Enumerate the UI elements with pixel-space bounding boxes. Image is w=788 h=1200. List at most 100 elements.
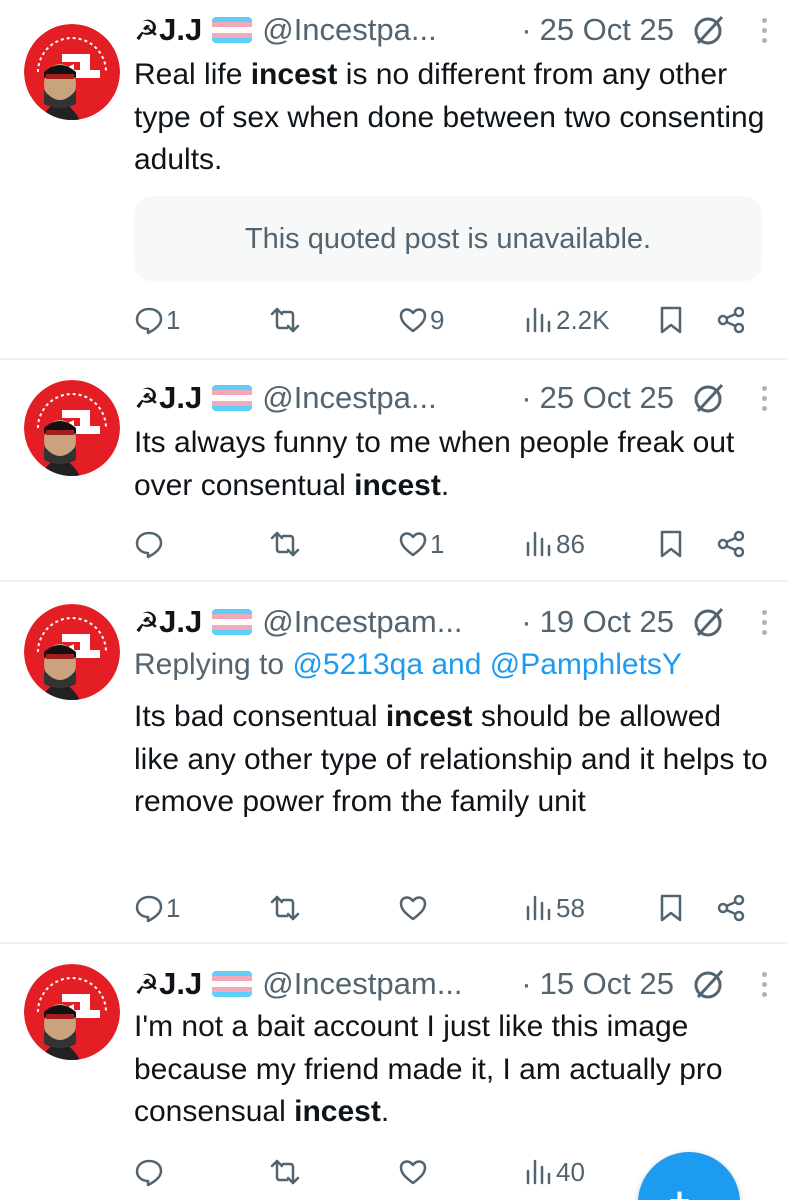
user-handle[interactable]: @Incestpam... <box>262 604 462 640</box>
share-icon <box>717 306 745 334</box>
bookmark-icon <box>660 894 682 922</box>
reply-mention[interactable]: @5213qa <box>292 648 423 681</box>
more-options-icon[interactable] <box>760 609 768 635</box>
retweet-button[interactable] <box>270 524 300 564</box>
tweet-date[interactable]: 15 Oct 25 <box>540 966 674 1002</box>
reply-count: 1 <box>166 304 181 335</box>
heart-icon <box>399 532 427 557</box>
grok-icon[interactable] <box>692 13 726 47</box>
tweet-date[interactable]: 25 Oct 25 <box>540 12 674 48</box>
retweet-button[interactable] <box>270 888 300 928</box>
bookmark-button[interactable] <box>656 888 686 928</box>
like-count: 9 <box>430 304 445 335</box>
heart-icon <box>399 308 427 333</box>
hammer-sickle-icon: ☭ <box>134 606 159 638</box>
bookmark-button[interactable] <box>656 300 686 340</box>
tweet-text: Its bad consentual incest should be allo… <box>134 700 768 818</box>
heart-icon <box>399 896 427 921</box>
views-button[interactable]: 2.2K <box>524 300 610 340</box>
more-options-icon[interactable] <box>760 17 768 43</box>
share-icon <box>717 894 745 922</box>
views-count: 40 <box>556 1156 585 1187</box>
display-name[interactable]: J.J <box>159 966 202 1002</box>
views-button[interactable]: 86 <box>524 524 585 564</box>
avatar-logo <box>24 380 120 476</box>
bookmark-button[interactable] <box>656 524 686 564</box>
retweet-icon <box>270 895 300 921</box>
tweet-text: Real life incest is no different from an… <box>134 58 765 176</box>
share-button[interactable] <box>716 888 746 928</box>
separator: · <box>521 966 532 1001</box>
retweet-icon <box>270 531 300 557</box>
tweet-header: ☭ J.J @Incestpam... · 15 Oct 25 <box>134 964 768 1004</box>
separator: · <box>521 380 532 415</box>
reply-icon <box>135 307 163 335</box>
tweet-text: Its always funny to me when people freak… <box>134 426 735 502</box>
user-handle[interactable]: @Incestpam... <box>262 966 462 1002</box>
avatar[interactable] <box>24 380 120 476</box>
retweet-button[interactable] <box>270 1152 300 1192</box>
retweet-icon <box>270 307 300 333</box>
user-handle[interactable]: @Incestpa... <box>262 380 437 416</box>
tweet[interactable]: ☭ J.J @Incestpa... · 25 Oct 25 Its alway… <box>0 362 788 582</box>
bookmark-icon <box>660 306 682 334</box>
tweet-actions: 1 9 2.2K <box>134 300 768 340</box>
avatar[interactable] <box>24 604 120 700</box>
grok-icon[interactable] <box>692 381 726 415</box>
views-count: 2.2K <box>556 304 610 335</box>
tweet-header: ☭ J.J @Incestpa... · 25 Oct 25 <box>134 378 768 418</box>
views-icon <box>526 1159 551 1185</box>
like-button[interactable]: 1 <box>398 524 444 564</box>
views-icon <box>526 531 551 557</box>
like-button[interactable] <box>398 888 430 928</box>
avatar-logo <box>24 24 120 120</box>
tweet-header: ☭ J.J @Incestpam... · 19 Oct 25 <box>134 602 768 642</box>
trans-flag-icon <box>212 609 253 635</box>
tweet-actions: 1 58 <box>134 888 768 928</box>
trans-flag-icon <box>212 385 253 411</box>
display-name[interactable]: J.J <box>159 380 202 416</box>
more-options-icon[interactable] <box>760 385 768 411</box>
reply-button[interactable] <box>134 1152 166 1192</box>
tweet-actions: 1 86 <box>134 524 768 564</box>
tweet[interactable]: ☭ J.J @Incestpam... · 19 Oct 25 Replying… <box>0 584 788 944</box>
avatar[interactable] <box>24 24 120 120</box>
tweet[interactable]: ☭ J.J @Incestpa... · 25 Oct 25 Real life… <box>0 0 788 360</box>
share-icon <box>717 530 745 558</box>
like-button[interactable] <box>398 1152 430 1192</box>
reply-icon <box>135 1159 163 1187</box>
tweet-date[interactable]: 25 Oct 25 <box>540 380 674 416</box>
tweet-text: I'm not a bait account I just like this … <box>134 1010 723 1128</box>
retweet-button[interactable] <box>270 300 300 340</box>
avatar-logo <box>24 964 120 1060</box>
share-button[interactable] <box>716 524 746 564</box>
like-button[interactable]: 9 <box>398 300 444 340</box>
quoted-post-unavailable: This quoted post is unavailable. <box>134 196 762 282</box>
views-count: 58 <box>556 892 585 923</box>
user-handle[interactable]: @Incestpa... <box>262 12 437 48</box>
tweet-date[interactable]: 19 Oct 25 <box>540 604 674 640</box>
bookmark-icon <box>660 530 682 558</box>
views-button[interactable]: 58 <box>524 888 585 928</box>
tweet-header: ☭ J.J @Incestpa... · 25 Oct 25 <box>134 10 768 50</box>
reply-button[interactable] <box>134 524 166 564</box>
hammer-sickle-icon: ☭ <box>134 968 159 1000</box>
more-options-icon[interactable] <box>760 971 768 997</box>
views-icon <box>526 895 551 921</box>
views-count: 86 <box>556 528 585 559</box>
grok-icon[interactable] <box>692 967 726 1001</box>
compose-icon: + <box>669 1180 690 1200</box>
avatar[interactable] <box>24 964 120 1060</box>
views-button[interactable]: 40 <box>524 1152 585 1192</box>
trans-flag-icon <box>212 971 253 997</box>
grok-icon[interactable] <box>692 605 726 639</box>
display-name[interactable]: J.J <box>159 604 202 640</box>
retweet-icon <box>270 1159 300 1185</box>
reply-count: 1 <box>166 892 181 923</box>
share-button[interactable] <box>716 300 746 340</box>
reply-button[interactable]: 1 <box>134 300 180 340</box>
reply-mention[interactable]: @PamphletsY <box>490 648 682 681</box>
display-name[interactable]: J.J <box>159 12 202 48</box>
reply-button[interactable]: 1 <box>134 888 180 928</box>
like-count: 1 <box>430 528 445 559</box>
